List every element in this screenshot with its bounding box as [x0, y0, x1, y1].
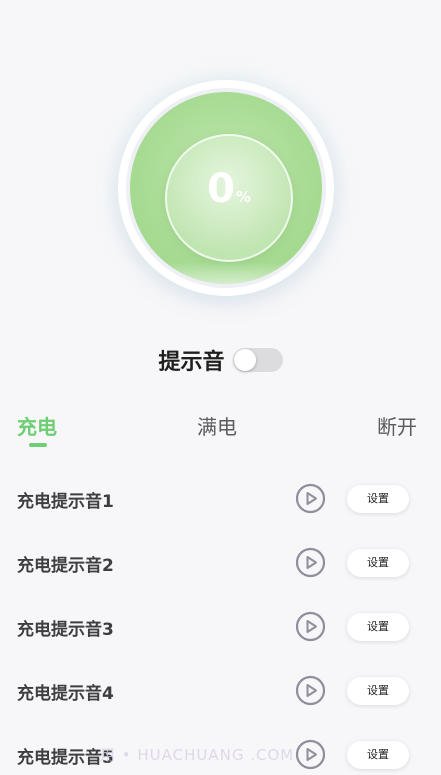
- charging-sound-screen: 0% 提示音 充电 满电 断开 充电提示音1 设置 充电提示音2 设置 充电提示…: [0, 0, 441, 775]
- sound-label: 充电提示音2: [17, 556, 114, 576]
- play-circle-icon[interactable]: [295, 547, 326, 578]
- list-item: 充电提示音3 设置: [0, 607, 441, 647]
- set-button[interactable]: 设置: [347, 613, 409, 641]
- tab-full-charge[interactable]: 满电: [197, 411, 237, 440]
- charge-percent-unit: %: [235, 188, 251, 206]
- active-tab-indicator: [29, 443, 47, 447]
- sound-label: 充电提示音4: [17, 684, 114, 704]
- alert-toggle-row: 提示音: [0, 342, 441, 378]
- set-button[interactable]: 设置: [347, 741, 409, 769]
- play-circle-icon[interactable]: [295, 739, 326, 770]
- dial-fill: 0%: [130, 92, 322, 284]
- charge-percent-value: 0: [207, 166, 235, 212]
- alert-toggle-label: 提示音: [158, 350, 225, 375]
- tab-charging[interactable]: 充电: [17, 411, 57, 440]
- sound-label: 充电提示音3: [17, 620, 114, 640]
- sound-label: 充电提示音1: [17, 492, 114, 512]
- play-circle-icon[interactable]: [295, 675, 326, 706]
- set-button[interactable]: 设置: [347, 485, 409, 513]
- dial-inner-circle: 0%: [165, 134, 293, 262]
- play-circle-icon[interactable]: [295, 483, 326, 514]
- list-item: 充电提示音4 设置: [0, 671, 441, 711]
- watermark: 用 • HUACHUANG .COM: [100, 746, 295, 764]
- set-button[interactable]: 设置: [347, 677, 409, 705]
- set-button[interactable]: 设置: [347, 549, 409, 577]
- play-circle-icon[interactable]: [295, 611, 326, 642]
- toggle-knob: [233, 349, 256, 371]
- list-item: 充电提示音1 设置: [0, 479, 441, 519]
- tab-disconnect[interactable]: 断开: [377, 411, 417, 440]
- charge-percent: 0%: [167, 166, 291, 212]
- list-item: 充电提示音2 设置: [0, 543, 441, 583]
- charge-dial: 0%: [118, 80, 334, 296]
- alert-toggle-switch[interactable]: [232, 348, 283, 372]
- dial-ring: 0%: [126, 88, 326, 288]
